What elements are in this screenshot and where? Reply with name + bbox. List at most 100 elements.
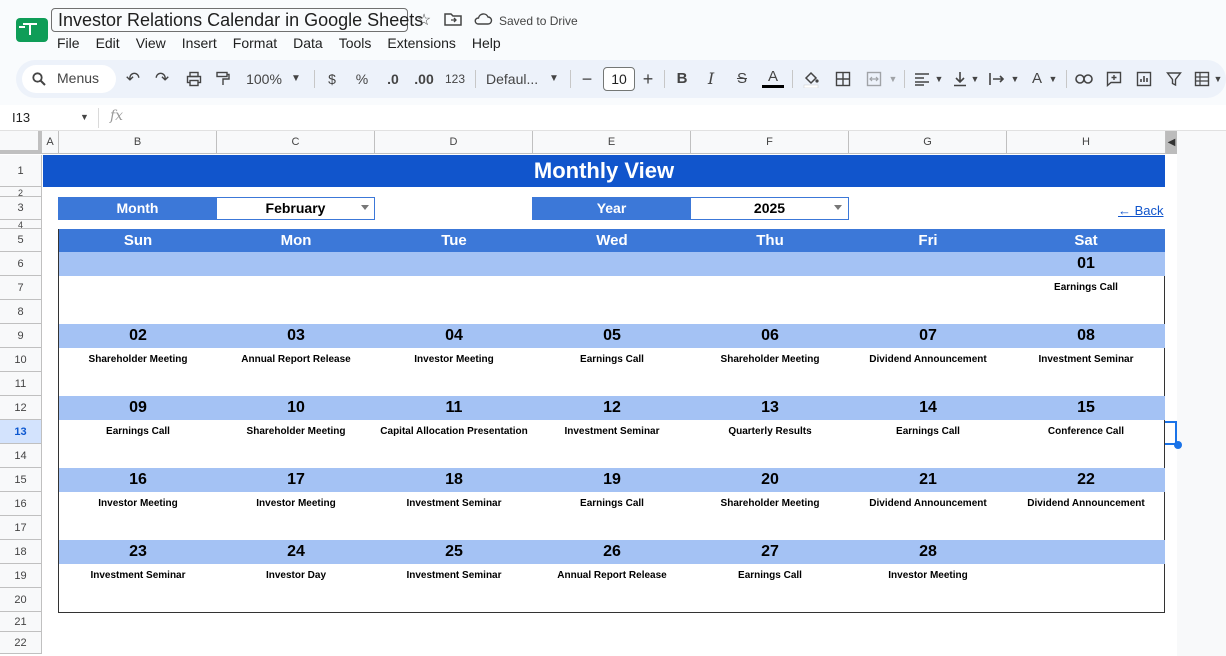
chevron-down-icon[interactable]: ▼ bbox=[1212, 68, 1224, 90]
row-header[interactable]: 12 bbox=[0, 396, 42, 420]
date-number[interactable]: 12 bbox=[533, 396, 691, 420]
event-label[interactable]: Quarterly Results bbox=[691, 421, 849, 443]
chevron-down-icon[interactable]: ▼ bbox=[1047, 68, 1059, 90]
event-label[interactable]: Dividend Announcement bbox=[1007, 493, 1165, 515]
row-header[interactable]: 3 bbox=[0, 197, 42, 220]
chevron-down-icon[interactable] bbox=[834, 205, 842, 210]
date-number[interactable]: 08 bbox=[1007, 324, 1165, 348]
event-label[interactable] bbox=[849, 277, 1007, 299]
row-header[interactable]: 2 bbox=[0, 187, 42, 198]
date-number[interactable]: 03 bbox=[217, 324, 375, 348]
date-number[interactable]: 18 bbox=[375, 468, 533, 492]
row-header[interactable]: 15 bbox=[0, 468, 42, 492]
document-title-input[interactable]: Investor Relations Calendar in Google Sh… bbox=[51, 8, 423, 32]
filter-icon[interactable] bbox=[1164, 68, 1184, 90]
font-size-input[interactable]: 10 bbox=[603, 67, 635, 91]
event-label[interactable]: Investment Seminar bbox=[375, 565, 533, 587]
fill-handle[interactable] bbox=[1174, 441, 1182, 449]
insert-link-icon[interactable] bbox=[1074, 68, 1094, 90]
redo-icon[interactable]: ↷ bbox=[153, 68, 171, 90]
text-rotation-icon[interactable]: A bbox=[1027, 68, 1047, 90]
row-header[interactable]: 8 bbox=[0, 300, 42, 324]
column-header-f[interactable]: F bbox=[691, 131, 849, 154]
increase-decimal-button[interactable]: .00 bbox=[411, 68, 437, 90]
chevron-down-icon[interactable]: ▼ bbox=[548, 68, 560, 90]
row-header[interactable]: 5 bbox=[0, 229, 42, 252]
text-wrapping-icon[interactable] bbox=[987, 68, 1007, 90]
event-label[interactable]: Conference Call bbox=[1007, 421, 1165, 443]
year-dropdown[interactable]: 2025 bbox=[690, 197, 849, 220]
event-label[interactable]: Earnings Call bbox=[849, 421, 1007, 443]
event-label[interactable]: Earnings Call bbox=[533, 493, 691, 515]
merge-cells-icon[interactable] bbox=[864, 68, 884, 90]
date-number[interactable]: 24 bbox=[217, 540, 375, 564]
date-number[interactable]: 28 bbox=[849, 540, 1007, 564]
fill-color-icon[interactable] bbox=[801, 68, 821, 90]
date-number[interactable]: 06 bbox=[691, 324, 849, 348]
column-header-e[interactable]: E bbox=[533, 131, 691, 154]
column-header-g[interactable]: G bbox=[849, 131, 1007, 154]
date-number[interactable]: 22 bbox=[1007, 468, 1165, 492]
event-label[interactable]: Investment Seminar bbox=[533, 421, 691, 443]
date-number[interactable]: 27 bbox=[691, 540, 849, 564]
event-label[interactable]: Investment Seminar bbox=[1007, 349, 1165, 371]
chevron-down-icon[interactable]: ▼ bbox=[933, 68, 945, 90]
currency-format-button[interactable]: $ bbox=[325, 68, 339, 90]
date-number[interactable] bbox=[59, 252, 217, 276]
event-label[interactable]: Investor Meeting bbox=[849, 565, 1007, 587]
font-select[interactable]: Defaul... bbox=[486, 68, 544, 90]
borders-icon[interactable] bbox=[834, 68, 852, 90]
menu-data[interactable]: Data bbox=[285, 34, 331, 52]
name-box[interactable]: I13 bbox=[12, 110, 30, 125]
column-header-c[interactable]: C bbox=[217, 131, 375, 154]
date-number[interactable]: 13 bbox=[691, 396, 849, 420]
row-header[interactable]: 10 bbox=[0, 348, 42, 372]
event-label[interactable]: Investor Day bbox=[217, 565, 375, 587]
event-label[interactable]: Earnings Call bbox=[533, 349, 691, 371]
event-label[interactable]: Earnings Call bbox=[1007, 277, 1165, 299]
row-header[interactable]: 11 bbox=[0, 372, 42, 396]
cloud-saved-icon[interactable] bbox=[473, 11, 493, 31]
column-header-a[interactable]: A bbox=[42, 131, 59, 154]
chevron-down-icon[interactable] bbox=[361, 205, 369, 210]
event-label[interactable]: Earnings Call bbox=[691, 565, 849, 587]
menu-extensions[interactable]: Extensions bbox=[379, 34, 463, 52]
percent-format-button[interactable]: % bbox=[354, 68, 370, 90]
event-label[interactable]: Annual Report Release bbox=[533, 565, 691, 587]
event-label[interactable]: Investor Meeting bbox=[217, 493, 375, 515]
date-number[interactable]: 23 bbox=[59, 540, 217, 564]
event-label[interactable] bbox=[375, 277, 533, 299]
event-label[interactable] bbox=[1007, 565, 1165, 587]
row-header[interactable]: 19 bbox=[0, 564, 42, 588]
event-label[interactable]: Dividend Announcement bbox=[849, 349, 1007, 371]
menu-help[interactable]: Help bbox=[464, 34, 509, 52]
menu-edit[interactable]: Edit bbox=[88, 34, 128, 52]
chevron-down-icon[interactable]: ▼ bbox=[887, 68, 899, 90]
decrease-decimal-button[interactable]: .0 bbox=[382, 68, 404, 90]
increase-font-size-button[interactable]: + bbox=[641, 68, 655, 90]
date-number[interactable]: 20 bbox=[691, 468, 849, 492]
search-menus-button[interactable]: Menus bbox=[22, 65, 116, 93]
bold-icon[interactable]: B bbox=[674, 68, 690, 90]
row-header[interactable]: 22 bbox=[0, 632, 42, 654]
row-header-selected[interactable]: 13 bbox=[0, 420, 42, 444]
star-icon[interactable]: ☆ bbox=[414, 11, 434, 31]
zoom-select[interactable]: 100% bbox=[244, 68, 284, 90]
row-header[interactable]: 20 bbox=[0, 588, 42, 612]
row-header[interactable]: 17 bbox=[0, 516, 42, 540]
event-label[interactable]: Shareholder Meeting bbox=[691, 349, 849, 371]
italic-icon[interactable]: I bbox=[703, 68, 719, 90]
insert-comment-icon[interactable] bbox=[1104, 68, 1124, 90]
date-number[interactable]: 01 bbox=[1007, 252, 1165, 276]
date-number[interactable]: 07 bbox=[849, 324, 1007, 348]
table-view-icon[interactable] bbox=[1192, 68, 1212, 90]
menu-view[interactable]: View bbox=[128, 34, 174, 52]
row-header[interactable]: 6 bbox=[0, 252, 42, 276]
insert-chart-icon[interactable] bbox=[1134, 68, 1154, 90]
row-header[interactable]: 14 bbox=[0, 444, 42, 468]
date-number[interactable]: 10 bbox=[217, 396, 375, 420]
menu-file[interactable]: File bbox=[51, 34, 88, 52]
event-label[interactable] bbox=[691, 277, 849, 299]
event-label[interactable]: Shareholder Meeting bbox=[691, 493, 849, 515]
row-header[interactable]: 7 bbox=[0, 276, 42, 300]
